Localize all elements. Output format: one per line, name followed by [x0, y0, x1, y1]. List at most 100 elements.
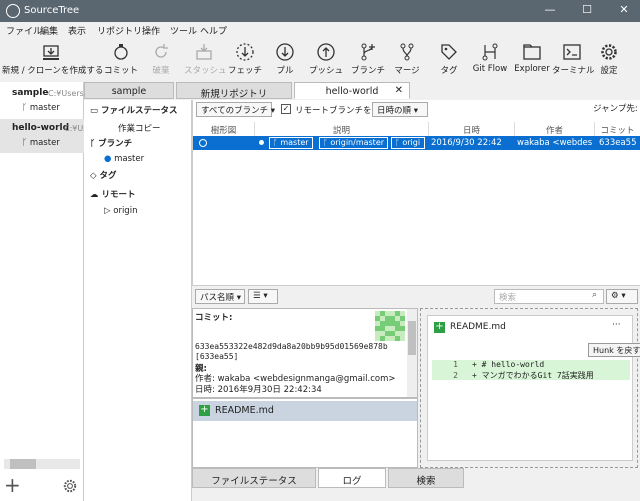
ref-label: ᚴ origin/master — [319, 137, 389, 149]
minimize-button[interactable]: — — [540, 3, 560, 19]
diff-panel: + README.md ··· Hunk を戻す 1 + # hello-worl… — [420, 308, 640, 468]
cloud-icon: ☁ — [90, 190, 102, 200]
gear-icon[interactable] — [62, 478, 78, 494]
commit-author: wakaba <webdesi — [517, 138, 593, 148]
branch-button[interactable]: ブランチ — [348, 38, 388, 80]
commit-label: コミット: — [195, 313, 233, 323]
diff-file-name: README.md — [450, 322, 506, 332]
discard-icon — [155, 44, 168, 58]
menu-edit[interactable]: 編集 — [40, 24, 58, 37]
tree-remote-origin[interactable]: ▷ origin — [104, 206, 137, 216]
push-button[interactable]: プッシュ — [306, 38, 346, 80]
tree-remotes[interactable]: ☁ リモート — [90, 188, 135, 200]
commit-full-hash: 633ea553322e482d9da8a20bb9b95d01569e878b — [195, 342, 388, 351]
show-remote-checkbox[interactable]: ✓ — [281, 104, 291, 114]
column-author[interactable]: 作者 — [515, 122, 595, 136]
tab-search[interactable]: 検索 — [388, 468, 464, 488]
chevron-down-icon: ▾ — [270, 106, 276, 116]
repo-branch: ᚴ master — [22, 138, 60, 148]
close-button[interactable]: ✕ — [614, 3, 634, 19]
git-flow-button[interactable]: Git Flow — [470, 38, 510, 80]
add-repository-icon[interactable]: + — [4, 475, 21, 495]
tree-file-status[interactable]: ▭ ファイルステータス — [90, 104, 178, 116]
discard-button[interactable]: 破棄 — [144, 38, 178, 80]
menu-tools[interactable]: ツール — [170, 24, 197, 37]
maximize-button[interactable]: ☐ — [577, 3, 597, 19]
file-row[interactable]: + README.md — [193, 401, 417, 421]
discard-hunk-button[interactable]: Hunk を戻す — [588, 343, 640, 357]
git-flow-icon — [482, 43, 498, 61]
commit-row[interactable]: ᚴ master ᚴ origin/master ᚴ origi 2016/9/… — [193, 136, 640, 150]
scrollbar-thumb[interactable] — [408, 321, 416, 355]
menu-view[interactable]: 表示 — [68, 24, 86, 37]
pull-button[interactable]: プル — [268, 38, 302, 80]
tab-hello-world[interactable]: hello-world ✕ — [294, 82, 410, 99]
repo-name: hello-world — [12, 123, 70, 133]
branch-icon: ᚴ — [22, 103, 30, 113]
menu-actions[interactable]: 操作 — [142, 24, 160, 37]
settings-icon — [601, 44, 617, 60]
stash-button[interactable]: スタッシュ — [184, 38, 227, 80]
column-commit[interactable]: コミット — [595, 122, 640, 136]
merge-icon — [400, 43, 414, 61]
sort-dropdown[interactable]: パス名順 ▾ — [195, 289, 245, 304]
branch-filter-dropdown[interactable]: すべてのブランチ ▾ — [196, 102, 276, 117]
column-description[interactable]: 説明 — [255, 122, 429, 136]
tab-close-icon[interactable]: ✕ — [395, 85, 403, 96]
gear-icon: ⚙ — [611, 291, 619, 301]
commit-log-panel: すべてのブランチ ▾ ✓ リモートブランチを表示 日時の順 ▾ ジャンプ先: 樹… — [192, 100, 640, 285]
tab-file-status[interactable]: ファイルステータス — [192, 468, 316, 488]
chevron-right-icon: ▷ — [104, 206, 114, 216]
fetch-button[interactable]: フェッチ — [228, 38, 262, 80]
added-file-icon: + — [199, 404, 210, 416]
commit-date: 2016/9/30 22:42 — [431, 138, 502, 148]
column-date[interactable]: 日時 — [429, 122, 515, 136]
search-input[interactable]: 検索 — [494, 289, 604, 304]
diff-line: 2 + マンガでわかるGit 7話実践用 — [432, 370, 630, 380]
monitor-icon: ▭ — [90, 106, 101, 116]
tree-tags[interactable]: ◇ タグ — [90, 169, 117, 181]
explorer-button[interactable]: Explorer — [512, 38, 552, 80]
menu-file[interactable]: ファイル — [6, 24, 42, 37]
tab-log[interactable]: ログ — [318, 468, 386, 488]
commit-details: コミット: 633ea553322e482d9da8a20bb9b95d0156… — [192, 308, 418, 398]
commit-short-hash: [633ea55] — [195, 352, 239, 361]
tree-branch-master[interactable]: ● master — [104, 154, 144, 164]
explorer-icon — [523, 44, 541, 60]
ref-label: ᚴ origi — [391, 137, 425, 149]
chevron-down-icon: ▾ — [413, 106, 418, 116]
list-icon: ☰ — [253, 291, 261, 301]
chevron-down-icon: ▾ — [263, 291, 268, 301]
scrollbar-thumb[interactable] — [10, 459, 36, 469]
new-clone-button[interactable]: 新規 / クローンを作成する — [2, 38, 103, 80]
menu-repository[interactable]: リポジトリ — [97, 24, 142, 37]
column-graph[interactable]: 樹形図 — [193, 122, 255, 136]
changed-files-list: + README.md — [192, 398, 418, 468]
tree-branches[interactable]: ᚴ ブランチ — [90, 137, 132, 149]
merge-button[interactable]: マージ — [390, 38, 424, 80]
window-title: SourceTree — [24, 5, 80, 16]
avatar — [375, 311, 405, 341]
date-line: 日時: 2016年9月30日 22:42:34 — [195, 385, 322, 395]
details-scrollbar[interactable] — [407, 309, 417, 397]
tab-sample[interactable]: sample — [84, 82, 174, 99]
terminal-button[interactable]: ターミナル — [552, 38, 595, 80]
repo-item-sample[interactable]: sample C:¥Users¥ ᚴ master — [0, 84, 89, 118]
repo-item-hello-world[interactable]: hello-world C:¥Us ᚴ master — [0, 119, 87, 153]
file-name: README.md — [215, 405, 274, 416]
title-bar: SourceTree — ☐ ✕ — [0, 0, 640, 22]
tab-new-repository[interactable]: 新規リポジトリ — [176, 82, 292, 100]
settings-button[interactable]: 設定 — [594, 38, 624, 80]
tree-working-copy[interactable]: 作業コピー — [118, 122, 161, 134]
order-dropdown[interactable]: 日時の順 ▾ — [372, 102, 428, 117]
options-dropdown[interactable]: ⚙ ▾ — [606, 289, 638, 304]
menu-help[interactable]: ヘルプ — [200, 24, 227, 37]
diff-menu-button[interactable]: ··· — [612, 320, 621, 330]
current-branch-icon: ● — [104, 154, 115, 164]
diff-card: + README.md ··· Hunk を戻す 1 + # hello-worl… — [427, 315, 640, 461]
sidebar-scrollbar[interactable] — [4, 459, 80, 469]
ref-label: ᚴ master — [269, 137, 313, 149]
view-mode-dropdown[interactable]: ☰ ▾ — [248, 289, 278, 304]
commit-button[interactable]: コミット — [104, 38, 138, 80]
tag-button[interactable]: タグ — [432, 38, 466, 80]
